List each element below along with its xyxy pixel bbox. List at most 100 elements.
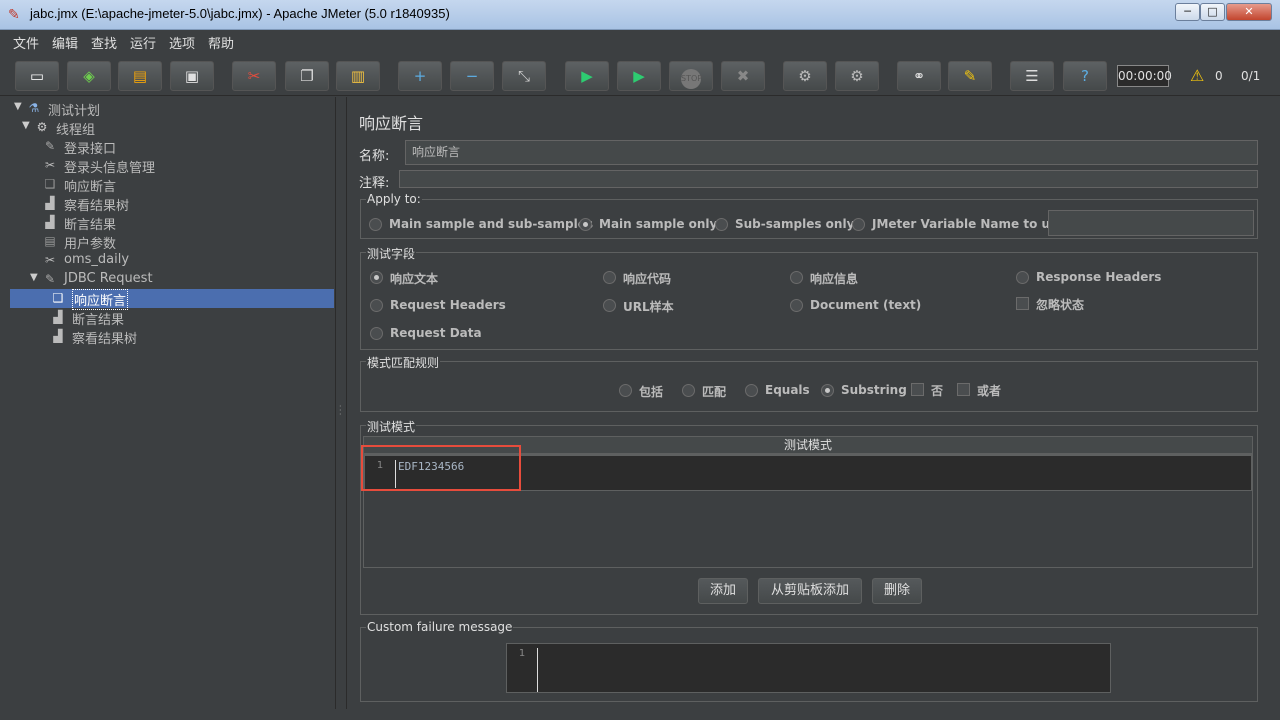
menu-run[interactable]: 运行 <box>130 33 156 52</box>
radio-document-text[interactable]: Document (text) <box>790 298 930 314</box>
tree-node-label: 断言结果 <box>72 313 125 328</box>
tools-icon: ✂ <box>44 158 56 172</box>
start-no-pause-button[interactable]: ▶ <box>617 61 661 91</box>
minimize-button[interactable]: ─ <box>1175 3 1200 21</box>
pattern-rules-title: 模式匹配规则 <box>366 354 441 371</box>
add-button[interactable]: 添加 <box>698 578 748 604</box>
apply-to-group: Apply to: Main sample and sub-samples Ma… <box>360 192 1258 239</box>
radio-url-sample[interactable]: URL样本 <box>603 298 703 314</box>
stop-button[interactable]: STOP <box>669 61 713 91</box>
tree-node[interactable]: ▼ ⚙ 线程组 <box>10 118 334 138</box>
clear-all-button[interactable]: ⚙ <box>835 61 879 91</box>
radio-main-only[interactable]: Main sample only <box>579 217 717 233</box>
assertion-icon: ❑ <box>44 177 56 191</box>
menu-help[interactable]: 帮助 <box>208 33 234 52</box>
menu-options[interactable]: 选项 <box>169 33 195 52</box>
templates-button[interactable]: ◈ <box>67 61 111 91</box>
expand-icon: + <box>413 67 427 85</box>
menu-file[interactable]: 文件 <box>13 33 39 52</box>
tree-node-label: 响应断言 <box>64 180 117 195</box>
radio-substring[interactable]: Substring <box>821 383 911 399</box>
search-button[interactable]: ⚭ <box>897 61 941 91</box>
clear-button[interactable]: ⚙ <box>783 61 827 91</box>
radio-matches[interactable]: 匹配 <box>682 383 742 399</box>
tree-node[interactable]: ▼ ⚗ 测试计划 <box>10 99 334 119</box>
radio-response-headers[interactable]: Response Headers <box>1016 270 1161 286</box>
radio-response-code[interactable]: 响应代码 <box>603 270 703 286</box>
expand-toggle-icon[interactable]: ▼ <box>22 120 32 131</box>
tree-node[interactable]: ▟ 断言结果 <box>10 213 334 233</box>
tree-node[interactable]: ▤ 用户参数 <box>10 232 334 252</box>
jmeter-variable-input[interactable] <box>1048 210 1254 236</box>
active-threads: 0/1 <box>1241 69 1261 83</box>
tree-node[interactable]: ▟ 察看结果树 <box>10 194 334 214</box>
collapse-button[interactable]: − <box>450 61 494 91</box>
start-icon: ▶ <box>581 67 593 85</box>
panel-title: 响应断言 <box>359 114 424 133</box>
menu-search[interactable]: 查找 <box>91 33 117 52</box>
failure-message-text[interactable] <box>537 648 540 692</box>
jmeter-feather-icon: ✎ <box>8 7 20 23</box>
collapse-icon: − <box>465 67 479 85</box>
tree-node[interactable]: ✂ 登录头信息管理 <box>10 156 334 176</box>
radio-response-text[interactable]: 响应文本 <box>370 270 470 286</box>
assertion-icon: ❑ <box>52 291 64 305</box>
tree-node[interactable]: ▼ ✎ JDBC Request <box>10 270 334 289</box>
checkbox-or[interactable]: 或者 <box>957 382 1017 398</box>
warning-icon[interactable]: ⚠ <box>1190 66 1204 85</box>
test-plan-tree: ▼ ⚗ 测试计划 ▼ ⚙ 线程组 ✎ 登录接口 ✂ 登录头信息管理 ❑ 响应断言 ▟ 察看结果树 ▟ 断言结果… <box>10 97 336 709</box>
radio-request-data[interactable]: Request Data <box>370 326 490 342</box>
menu-edit[interactable]: 编辑 <box>52 33 78 52</box>
checkbox-ignore-status[interactable]: 忽略状态 <box>1016 296 1116 312</box>
new-button[interactable]: ▭ <box>15 61 59 91</box>
toggle-button[interactable]: ⤡ <box>502 61 546 91</box>
tree-node[interactable]: ▟ 断言结果 <box>10 308 334 328</box>
tree-node-label: 断言结果 <box>64 218 117 233</box>
paste-icon: ▥ <box>350 67 366 85</box>
failure-message-editor[interactable]: 1 <box>506 643 1111 693</box>
close-button[interactable]: ✕ <box>1226 3 1272 21</box>
radio-equals[interactable]: Equals <box>745 383 815 399</box>
tree-node-label: 用户参数 <box>64 237 117 252</box>
tree-node[interactable]: ❑ 响应断言 <box>10 175 334 195</box>
reset-search-button[interactable]: ✎ <box>948 61 992 91</box>
radio-main-and-sub[interactable]: Main sample and sub-samples <box>369 217 593 233</box>
radio-sub-only[interactable]: Sub-samples only <box>715 217 854 233</box>
tree-node[interactable]: ▟ 察看结果树 <box>10 327 334 347</box>
tree-node[interactable]: ✂ oms_daily <box>10 251 334 270</box>
shutdown-button[interactable]: ✖ <box>721 61 765 91</box>
copy-button[interactable]: ❐ <box>285 61 329 91</box>
help-button[interactable]: ? <box>1063 61 1107 91</box>
add-from-clipboard-button[interactable]: 从剪贴板添加 <box>758 578 862 604</box>
split-pane-divider[interactable]: · · · <box>336 97 346 709</box>
function-helper-button[interactable]: ☰ <box>1010 61 1054 91</box>
radio-contains[interactable]: 包括 <box>619 383 679 399</box>
paste-button[interactable]: ▥ <box>336 61 380 91</box>
chart-icon: ▟ <box>53 310 63 324</box>
comment-label: 注释: <box>359 176 390 191</box>
reset-search-icon: ✎ <box>963 67 977 85</box>
expand-toggle-icon[interactable]: ▼ <box>30 272 40 283</box>
delete-button[interactable]: 删除 <box>872 578 922 604</box>
comment-field[interactable] <box>399 170 1258 188</box>
function-helper-icon: ☰ <box>1025 67 1039 85</box>
start-button[interactable]: ▶ <box>565 61 609 91</box>
open-button[interactable]: ▤ <box>118 61 162 91</box>
expand-button[interactable]: + <box>398 61 442 91</box>
pattern-rules-group: 模式匹配规则 包括 匹配 Equals Substring 否 或者 <box>360 354 1258 412</box>
gear-icon: ⚙ <box>36 120 48 134</box>
checkbox-not[interactable]: 否 <box>911 382 951 398</box>
radio-response-message[interactable]: 响应信息 <box>790 270 890 286</box>
tree-node[interactable]: ❑ 响应断言 <box>10 289 334 310</box>
expand-toggle-icon[interactable]: ▼ <box>14 101 24 112</box>
name-field[interactable]: 响应断言 <box>405 140 1258 165</box>
radio-jmeter-variable[interactable]: JMeter Variable Name to use <box>852 217 1065 233</box>
tree-node-label: 察看结果树 <box>64 199 130 214</box>
help-icon: ? <box>1081 67 1089 85</box>
tree-node[interactable]: ✎ 登录接口 <box>10 137 334 157</box>
tools-icon: ✂ <box>44 253 56 267</box>
save-button[interactable]: ▣ <box>170 61 214 91</box>
maximize-button[interactable]: □ <box>1200 3 1225 21</box>
radio-request-headers[interactable]: Request Headers <box>370 298 510 314</box>
cut-button[interactable]: ✂ <box>232 61 276 91</box>
